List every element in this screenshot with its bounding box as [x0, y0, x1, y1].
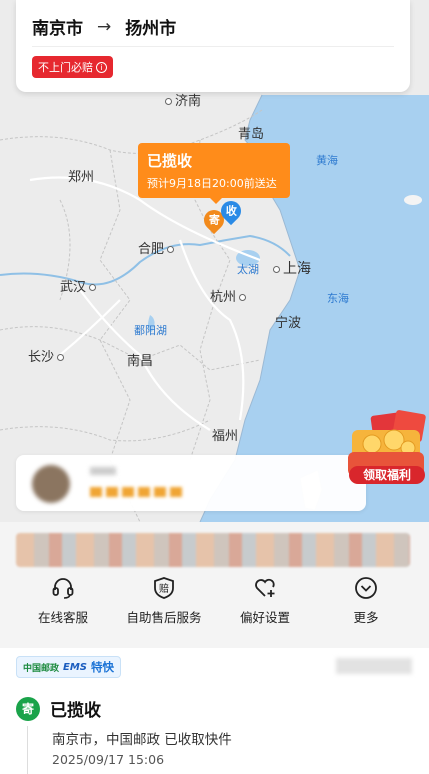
- divider: [32, 46, 394, 47]
- info-icon: i: [96, 61, 107, 73]
- chevron-down-circle-icon: [355, 577, 377, 599]
- courier-name-blurred: [90, 467, 116, 475]
- carrier-tag: 中国邮政 EMS 特快: [16, 656, 121, 678]
- avatar: [32, 465, 70, 503]
- label-poyang: 鄱阳湖: [134, 324, 167, 337]
- send-status-icon: 寄: [16, 696, 40, 721]
- city-qingdao: 青岛: [238, 127, 265, 142]
- timeline-status: 已揽收: [50, 701, 101, 721]
- city-hangzhou: 杭州: [210, 286, 249, 305]
- preference-settings-button[interactable]: 偏好设置: [220, 575, 310, 645]
- tracking-number-blurred: [336, 658, 412, 674]
- address-bar-blurred: [16, 533, 410, 567]
- action-bar: 在线客服 赔 自助售后服务 偏好设置 更多: [0, 575, 429, 645]
- route-title: 南京市 → 扬州市: [32, 14, 394, 40]
- headset-icon: [52, 578, 74, 599]
- rating-stars: [90, 487, 186, 497]
- action-label: 自助售后服务: [126, 610, 202, 625]
- city-changsha: 长沙: [28, 346, 67, 365]
- city-ningbo: 宁波: [275, 316, 302, 331]
- label-taihu: 太湖: [237, 263, 259, 276]
- compensation-icon: 赔: [154, 577, 174, 599]
- city-jinan: 济南: [162, 90, 201, 109]
- tooltip-status: 已揽收: [147, 152, 193, 170]
- city-hefei: 合肥: [138, 238, 177, 257]
- tracking-detail: 中国邮政 EMS 特快 寄 已揽收 南京市，中国邮政 已收取快件 2025/09…: [0, 648, 429, 774]
- service-type: 特快: [91, 660, 114, 674]
- route-card: 南京市 → 扬州市 不上门必赔 i: [16, 0, 410, 92]
- action-label: 偏好设置: [239, 610, 290, 625]
- city-fuzhou: 福州: [212, 429, 239, 444]
- map-view[interactable]: 济南 青岛 郑州 合肥 武汉 杭州 上海 宁波 长沙 南昌 福州 黄海 东海 太…: [0, 0, 429, 522]
- ems-logo: EMS: [63, 661, 87, 673]
- timeline-line: [27, 726, 28, 774]
- label-east-sea: 东海: [327, 292, 349, 305]
- city-shanghai: 上海: [270, 258, 311, 278]
- city-wuhan: 武汉: [60, 276, 99, 295]
- route-to: 扬州市: [125, 19, 177, 39]
- svg-text:赔: 赔: [159, 582, 169, 595]
- city-zhengzhou: 郑州: [68, 170, 95, 185]
- online-service-button[interactable]: 在线客服: [18, 575, 108, 645]
- route-from: 南京市: [32, 19, 83, 39]
- guarantee-badge[interactable]: 不上门必赔 i: [32, 56, 113, 78]
- claim-benefit-button[interactable]: 领取福利: [349, 466, 425, 484]
- status-tooltip: 已揽收 预计9月18日20:00前送达: [138, 143, 290, 204]
- tooltip-eta: 预计9月18日20:00前送达: [147, 177, 277, 190]
- courier-card[interactable]: [16, 455, 366, 511]
- guarantee-label: 不上门必赔: [38, 61, 93, 74]
- timeline-desc: 南京市，中国邮政 已收取快件: [52, 732, 232, 748]
- action-label: 在线客服: [37, 610, 88, 625]
- more-button[interactable]: 更多: [321, 575, 411, 645]
- timeline-time: 2025/09/17 15:06: [52, 752, 165, 767]
- timeline-latest: 寄 已揽收: [16, 696, 101, 721]
- china-post-logo: 中国邮政: [23, 663, 60, 674]
- action-label: 更多: [353, 610, 379, 625]
- heart-plus-icon: [255, 578, 275, 597]
- city-nanchang: 南昌: [127, 354, 154, 369]
- label-yellow-sea: 黄海: [316, 154, 338, 167]
- self-service-button[interactable]: 赔 自助售后服务: [119, 575, 209, 645]
- arrow-right-icon: →: [97, 16, 112, 37]
